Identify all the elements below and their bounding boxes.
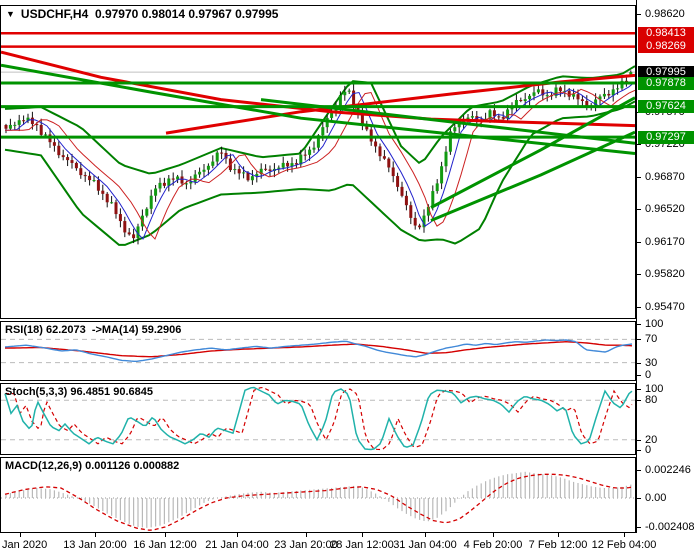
indicator-tick-label: -0.002408 [645, 521, 695, 533]
macd-label: MACD(12,26,9) 0.001126 0.000882 [5, 460, 180, 472]
time-tick-mark [558, 533, 559, 537]
time-tick-label: 28 Jan 12:00 [330, 539, 394, 551]
time-tick-mark [237, 533, 238, 537]
indicator-tick-mark [637, 375, 641, 376]
price-tick-label: 0.95820 [645, 268, 685, 281]
indicator-tick-mark [637, 469, 641, 471]
ohlc-values: 0.97970 0.98014 0.97967 0.97995 [94, 7, 279, 21]
macd-panel[interactable]: MACD(12,26,9) 0.001126 0.000882 [0, 457, 636, 533]
indicator-tick-mark [637, 362, 641, 364]
main-chart-panel[interactable] [0, 5, 636, 319]
price-level-badge: 0.97297 [638, 130, 694, 144]
time-tick-label: 13 Jan 20:00 [63, 539, 127, 551]
price-chart-canvas[interactable] [1, 6, 635, 318]
indicator-tick-label: 0 [645, 369, 652, 381]
triangle-down-icon[interactable]: ▼ [6, 9, 15, 19]
time-tick-label: 23 Jan 20:00 [274, 539, 338, 551]
indicator-tick-label: 70 [645, 333, 658, 346]
price-tick-label: 0.98620 [645, 8, 685, 20]
price-tick-label: 0.95470 [645, 301, 685, 314]
price-level-badge: 0.98269 [638, 40, 694, 54]
price-level-badge: 0.97624 [638, 100, 694, 114]
time-tick-label: 16 Jan 12:00 [133, 539, 197, 551]
stochastic-label: Stoch(5,3,3) 96.4851 90.6845 [5, 386, 153, 398]
time-tick-mark [165, 533, 166, 537]
price-tick-mark [637, 144, 641, 146]
indicator-tick-label: 0.002246 [645, 463, 691, 476]
time-tick-mark [362, 533, 363, 537]
price-tick-mark [637, 14, 641, 15]
price-tick-mark [637, 274, 641, 276]
indicator-tick-mark [637, 400, 641, 402]
indicator-tick-label: 30 [645, 356, 658, 369]
chart-title: ▼ USDCHF,H4 0.97970 0.98014 0.97967 0.979… [6, 7, 278, 21]
indicator-tick-mark [637, 450, 641, 451]
stochastic-panel[interactable]: Stoch(5,3,3) 96.4851 90.6845 [0, 383, 636, 455]
time-tick-label: 4 Feb 20:00 [463, 539, 523, 551]
price-tick-label: 0.96170 [645, 235, 685, 248]
price-tick-label: 0.96870 [645, 170, 685, 183]
price-tick-mark [637, 307, 641, 309]
time-tick-label: 31 Jan 04:00 [393, 539, 457, 551]
indicator-tick-label: 80 [645, 394, 658, 407]
time-axis: 9 Jan 2020 13 Jan 20:00 16 Jan 12:00 21 Jan… [0, 533, 700, 560]
indicator-tick-label: 0 [645, 444, 652, 456]
time-tick-label: 9 Jan 2020 [0, 539, 48, 551]
indicator-tick-mark [637, 324, 641, 325]
price-level-badge: 0.97878 [638, 76, 694, 90]
indicator-tick-mark [637, 389, 641, 390]
time-tick-label: 21 Jan 04:00 [205, 539, 269, 551]
price-level-badge: 0.98413 [638, 26, 694, 40]
rsi-label: RSI(18) 62.2073 ->MA(14) 59.2906 [5, 324, 182, 336]
indicator-tick-label: 100 [645, 318, 664, 330]
rsi-panel[interactable]: RSI(18) 62.2073 ->MA(14) 59.2906 [0, 321, 636, 381]
indicator-tick-mark [637, 527, 641, 528]
price-tick-label: 0.96520 [645, 203, 685, 216]
time-tick-mark [493, 533, 494, 537]
time-tick-mark [20, 533, 21, 537]
time-tick-mark [425, 533, 426, 537]
price-tick-mark [637, 176, 641, 178]
time-tick-label: 12 Feb 04:00 [591, 539, 657, 551]
indicator-tick-label: 0.00 [645, 492, 667, 504]
chart-window: { "window": { "symbol_period": "USDCHF,H… [0, 0, 700, 560]
symbol-period-label: USDCHF,H4 [20, 7, 89, 21]
indicator-tick-mark [637, 439, 641, 441]
price-axis: 0.986200.975700.972200.968700.965200.961… [636, 0, 700, 533]
indicator-tick-mark [637, 339, 641, 341]
time-tick-label: 7 Feb 12:00 [528, 539, 588, 551]
price-tick-mark [637, 209, 641, 211]
time-tick-mark [95, 533, 96, 537]
indicator-tick-label: 100 [645, 383, 664, 395]
price-tick-mark [637, 241, 641, 243]
time-tick-mark [624, 533, 625, 537]
indicator-tick-mark [637, 498, 641, 499]
time-tick-mark [306, 533, 307, 537]
